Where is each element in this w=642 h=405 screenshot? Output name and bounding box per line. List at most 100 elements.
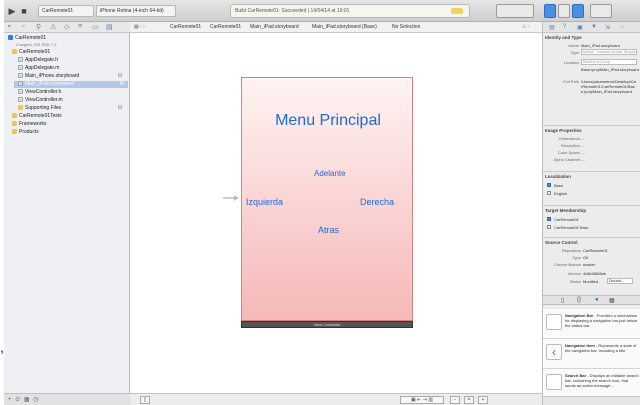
nav-item-appdelegate-h[interactable]: AppDelegate.h bbox=[18, 57, 126, 64]
nav-item-project[interactable]: CarRemote01 bbox=[8, 35, 126, 42]
toggle-navigator-button[interactable] bbox=[544, 4, 556, 18]
nav-item-viewcontroller-m[interactable]: ViewController.m bbox=[18, 97, 126, 104]
nav-item-supporting-files[interactable]: Supporting Files M bbox=[18, 105, 126, 112]
initial-scene-arrow-icon bbox=[223, 195, 239, 201]
library-item-navigation-bar[interactable]: Navigation Bar - Provides a mechanism fo… bbox=[543, 309, 640, 339]
breadcrumb-localization[interactable]: Main_iPad.storyboard (Base) bbox=[312, 24, 377, 30]
nav-item-products[interactable]: Products bbox=[12, 129, 126, 136]
english-checkbox[interactable] bbox=[547, 191, 551, 195]
nav-item-frameworks[interactable]: Frameworks bbox=[12, 121, 126, 128]
organizer-button[interactable] bbox=[590, 4, 612, 18]
stop-icon[interactable]: ■ bbox=[20, 5, 28, 17]
nav-item-viewcontroller-h[interactable]: ViewController.h bbox=[18, 89, 126, 96]
modified-badge: M bbox=[117, 105, 122, 111]
nav-item-main-ipad[interactable]: Main_iPad.storyboard M bbox=[14, 81, 128, 88]
log-navigator-icon[interactable]: ▤ bbox=[106, 23, 113, 31]
activity-viewer: Build CarRemote01: Succeeded | 14/04/14 … bbox=[230, 4, 470, 18]
nav-item-main-iphone[interactable]: Main_iPhone.storyboard M bbox=[18, 73, 126, 80]
navigator-tab-bar: ▪ ▫ ⚲ ⚠ ◇ ≡ ▭ ▤ bbox=[4, 22, 130, 33]
target-app-label: CarRemote01 bbox=[554, 217, 579, 222]
file-template-library-icon[interactable]: ▯ bbox=[561, 297, 564, 304]
nav-item-tests[interactable]: CarRemote01Tests bbox=[12, 113, 126, 120]
attributes-inspector-icon[interactable]: ▼ bbox=[591, 24, 597, 30]
base-checkbox[interactable] bbox=[547, 183, 551, 187]
project-subtitle: 2 targets, iOS SDK 7.1 bbox=[16, 42, 57, 47]
zoom-in-button[interactable]: + bbox=[478, 396, 488, 404]
nav-item-label: ViewController.m bbox=[25, 97, 63, 103]
repository-key: Repository bbox=[561, 248, 581, 253]
target-tests-checkbox[interactable] bbox=[547, 225, 551, 229]
issues-warning-icon[interactable]: ⚠ › bbox=[522, 24, 530, 30]
symbol-navigator-icon[interactable]: ▫ bbox=[22, 23, 24, 30]
run-icon[interactable]: ▶ bbox=[8, 5, 16, 17]
file-icon bbox=[18, 89, 23, 95]
library-item-navigation-item[interactable]: ‹ Navigation Item - Represents a state o… bbox=[543, 339, 640, 369]
debug-navigator-icon[interactable]: ≡ bbox=[78, 23, 82, 30]
toggle-debug-area-button[interactable] bbox=[558, 4, 570, 18]
breadcrumb-file[interactable]: Main_iPad.storyboard bbox=[250, 24, 299, 30]
full-path-value: /Users/parametros/Desktop/CarRemote01/Ca… bbox=[581, 79, 636, 94]
issue-navigator-icon[interactable]: ⚠ bbox=[50, 23, 56, 31]
file-icon bbox=[18, 57, 23, 63]
size-class-control[interactable]: ▣ ⇤ ⇥ ▥ bbox=[400, 396, 444, 404]
device-selector[interactable]: iPhone Retina (4-inch 64-bit) bbox=[96, 5, 176, 17]
canvas-control-bar: ▯ ▣ ⇤ ⇥ ▥ − = + bbox=[130, 393, 542, 405]
project-icon bbox=[8, 35, 13, 41]
code-snippet-library-icon[interactable]: {} bbox=[577, 297, 581, 303]
test-navigator-icon[interactable]: ◇ bbox=[64, 23, 69, 31]
library-filter-bar[interactable] bbox=[542, 396, 640, 405]
toggle-utilities-button[interactable] bbox=[572, 4, 584, 18]
find-navigator-icon[interactable]: ⚲ bbox=[36, 23, 41, 31]
back-chevron-icon: ‹ bbox=[546, 344, 562, 360]
nav-item-label: Supporting Files bbox=[25, 105, 62, 111]
type-select[interactable]: Default - Interface Builder Storyboard bbox=[581, 49, 637, 55]
full-path-key: Full Path bbox=[563, 79, 579, 84]
menu-title-label[interactable]: Menu Principal bbox=[242, 112, 414, 130]
version-key: Version bbox=[567, 271, 581, 276]
scene-dock[interactable]: View Controller bbox=[241, 321, 413, 328]
name-value[interactable]: Main_iPad.storyboard bbox=[581, 43, 620, 48]
file-inspector-icon[interactable]: ▤ bbox=[549, 24, 555, 31]
library-item-search-bar[interactable]: Search Bar - Displays an editable search… bbox=[543, 369, 640, 399]
adelante-button[interactable]: Adelante bbox=[314, 169, 346, 178]
breadcrumb-selection[interactable]: No Selection bbox=[392, 24, 420, 30]
media-library-icon[interactable]: ▦ bbox=[609, 297, 615, 304]
type-key: Type bbox=[570, 50, 579, 55]
nav-item-appdelegate-m[interactable]: AppDelegate.m bbox=[18, 65, 126, 72]
file-icon bbox=[18, 65, 23, 71]
connections-inspector-icon[interactable]: → bbox=[619, 24, 625, 30]
breakpoint-navigator-icon[interactable]: ▭ bbox=[92, 23, 99, 31]
target-app-checkbox[interactable] bbox=[547, 217, 551, 221]
screenshot-stage: , ▶ ■ CarRemote01 iPhone Retina (4-inch … bbox=[0, 0, 642, 405]
document-outline-toggle[interactable]: ▯ bbox=[140, 396, 150, 404]
view-controller-scene[interactable]: Menu Principal Adelante Izquierda Derech… bbox=[241, 77, 413, 321]
resolution-row: Resolution --- bbox=[560, 143, 585, 148]
derecha-button[interactable]: Derecha bbox=[360, 197, 394, 207]
size-inspector-icon[interactable]: ⇲ bbox=[605, 24, 610, 31]
file-inspector: Identity and Type Name Main_iPad.storybo… bbox=[542, 33, 640, 405]
zoom-out-button[interactable]: − bbox=[450, 396, 460, 404]
izquierda-button[interactable]: Izquierda bbox=[246, 197, 283, 207]
quick-help-icon[interactable]: ? bbox=[563, 24, 566, 30]
storyboard-canvas[interactable]: Menu Principal Adelante Izquierda Derech… bbox=[130, 33, 542, 393]
object-library-icon[interactable]: ● bbox=[595, 297, 599, 303]
breadcrumb-project[interactable]: CarRemote01 bbox=[170, 24, 201, 30]
add-file-icon[interactable]: + ⊙ ▦ ◷ bbox=[8, 396, 39, 403]
breadcrumb-group[interactable]: CarRemote01 bbox=[210, 24, 241, 30]
discard-button[interactable]: Discard... bbox=[607, 278, 633, 284]
location-select[interactable]: Relative to Group bbox=[581, 59, 637, 65]
identity-inspector-icon[interactable]: ▣ bbox=[577, 24, 583, 31]
version-value: 4d8cf3866ab bbox=[583, 271, 607, 276]
atras-button[interactable]: Atras bbox=[318, 225, 339, 235]
warning-icon[interactable] bbox=[451, 8, 463, 14]
nav-item-label: AppDelegate.h bbox=[25, 57, 59, 63]
zoom-actual-button[interactable]: = bbox=[464, 396, 474, 404]
editor-mode-control[interactable] bbox=[496, 4, 534, 18]
nav-item-label: ViewController.h bbox=[25, 89, 62, 95]
project-navigator-icon[interactable]: ▪ bbox=[8, 23, 10, 30]
inspector-tab-bar: ▤ ? ▣ ▼ ⇲ → bbox=[542, 22, 640, 33]
xcode-window: ▶ ■ CarRemote01 iPhone Retina (4-inch 64… bbox=[4, 0, 640, 405]
nav-item-group-carremote01[interactable]: CarRemote01 bbox=[12, 49, 126, 56]
scheme-selector[interactable]: CarRemote01 bbox=[38, 5, 94, 17]
related-items-icon[interactable]: ▦ ‹ › bbox=[134, 24, 145, 30]
